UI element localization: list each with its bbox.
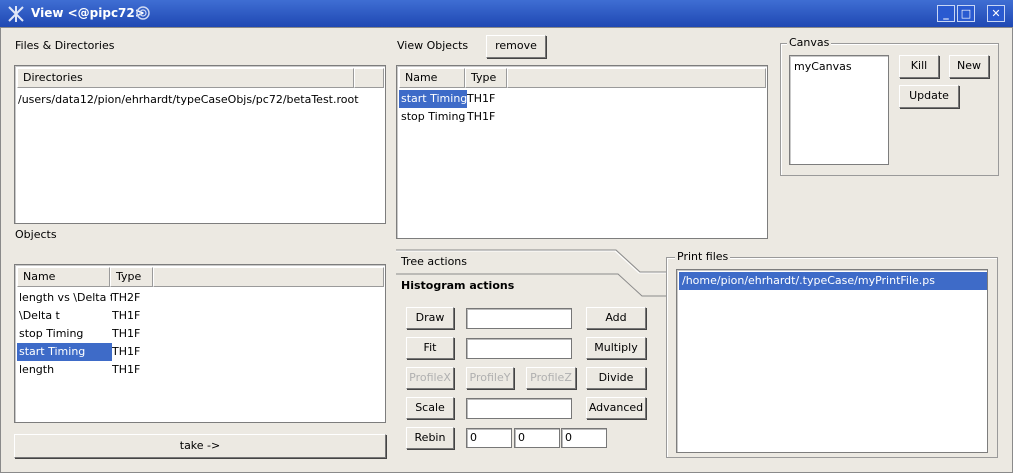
close-button[interactable]: ✕ bbox=[987, 5, 1005, 22]
object-row-type: TH2F bbox=[112, 291, 141, 304]
object-row-type: TH1F bbox=[112, 309, 141, 322]
object-row-name[interactable]: \Delta t bbox=[17, 307, 112, 325]
objects-list[interactable]: Name Type length vs \Delta t TH2F \Delta… bbox=[14, 264, 386, 423]
view-header-extra bbox=[507, 68, 766, 88]
canvas-list[interactable]: myCanvas bbox=[789, 55, 889, 165]
view-row-type: TH1F bbox=[467, 92, 496, 105]
view-objects-list[interactable]: Name Type start Timing TH1F stop Timing … bbox=[396, 65, 768, 239]
canvas-item[interactable]: myCanvas bbox=[794, 58, 884, 76]
directory-row[interactable]: /users/data12/pion/ehrhardt/typeCaseObjs… bbox=[18, 91, 378, 109]
objects-col-type[interactable]: Type bbox=[110, 267, 153, 287]
window-title: View <@pipc72> bbox=[31, 6, 145, 20]
object-row-name[interactable]: stop Timing bbox=[17, 325, 112, 343]
directories-list[interactable]: Directories /users/data12/pion/ehrhardt/… bbox=[14, 65, 386, 224]
objects-col-name[interactable]: Name bbox=[17, 267, 110, 287]
rebin-y-field[interactable]: 0 bbox=[514, 428, 560, 448]
rebin-z-field[interactable]: 0 bbox=[561, 428, 607, 448]
canvas-label: Canvas bbox=[787, 36, 832, 49]
spiral-icon bbox=[136, 6, 150, 20]
title-bar: View <@pipc72> _ □ ✕ bbox=[0, 0, 1013, 28]
app-icon bbox=[8, 6, 24, 22]
remove-button[interactable]: remove bbox=[486, 35, 546, 58]
view-col-name[interactable]: Name bbox=[399, 68, 465, 88]
object-row-name[interactable]: length vs \Delta t bbox=[17, 289, 112, 307]
update-button[interactable]: Update bbox=[899, 85, 959, 108]
scale-button[interactable]: Scale bbox=[406, 397, 454, 419]
print-file-item[interactable]: /home/pion/ehrhardt/.typeCase/myPrintFil… bbox=[679, 272, 987, 290]
directories-header-extra bbox=[354, 68, 384, 88]
directories-header[interactable]: Directories bbox=[17, 68, 354, 88]
object-row-type: TH1F bbox=[112, 363, 141, 376]
object-row-type: TH1F bbox=[112, 327, 141, 340]
objects-label: Objects bbox=[15, 228, 57, 241]
view-col-type[interactable]: Type bbox=[465, 68, 507, 88]
view-row-type: TH1F bbox=[467, 110, 496, 123]
divide-button[interactable]: Divide bbox=[586, 367, 646, 389]
files-label: Files & Directories bbox=[15, 39, 115, 52]
object-row-name[interactable]: length bbox=[17, 361, 112, 379]
profile-y-button[interactable]: ProfileY bbox=[466, 367, 514, 389]
take-button[interactable]: take -> bbox=[14, 434, 386, 458]
print-files-list[interactable]: /home/pion/ehrhardt/.typeCase/myPrintFil… bbox=[676, 269, 988, 453]
view-row-name-selected[interactable]: start Timing bbox=[399, 90, 467, 108]
scale-field[interactable] bbox=[466, 398, 572, 419]
rebin-x-field[interactable]: 0 bbox=[466, 428, 512, 448]
tab-tree-actions[interactable]: Tree actions bbox=[401, 255, 467, 268]
advanced-button[interactable]: Advanced bbox=[586, 397, 646, 419]
objects-header-extra bbox=[153, 267, 384, 287]
print-files-label: Print files bbox=[675, 250, 731, 263]
draw-option-field[interactable] bbox=[466, 308, 572, 329]
view-objects-label: View Objects bbox=[397, 39, 469, 52]
profile-z-button[interactable]: ProfileZ bbox=[526, 367, 576, 389]
fit-button[interactable]: Fit bbox=[406, 337, 454, 359]
object-row-type: TH1F bbox=[112, 345, 141, 358]
minimize-button[interactable]: _ bbox=[937, 5, 955, 22]
multiply-button[interactable]: Multiply bbox=[586, 337, 646, 359]
object-row-name-selected[interactable]: start Timing bbox=[17, 343, 112, 361]
kill-button[interactable]: Kill bbox=[899, 55, 939, 78]
tab-histogram-actions[interactable]: Histogram actions bbox=[401, 279, 514, 292]
draw-button[interactable]: Draw bbox=[406, 307, 454, 329]
fit-option-field[interactable] bbox=[466, 338, 572, 359]
view-row-name[interactable]: stop Timing bbox=[399, 108, 467, 126]
profile-x-button[interactable]: ProfileX bbox=[406, 367, 454, 389]
maximize-button[interactable]: □ bbox=[957, 5, 975, 22]
rebin-button[interactable]: Rebin bbox=[406, 427, 454, 449]
new-button[interactable]: New bbox=[949, 55, 989, 78]
add-button[interactable]: Add bbox=[586, 307, 646, 329]
